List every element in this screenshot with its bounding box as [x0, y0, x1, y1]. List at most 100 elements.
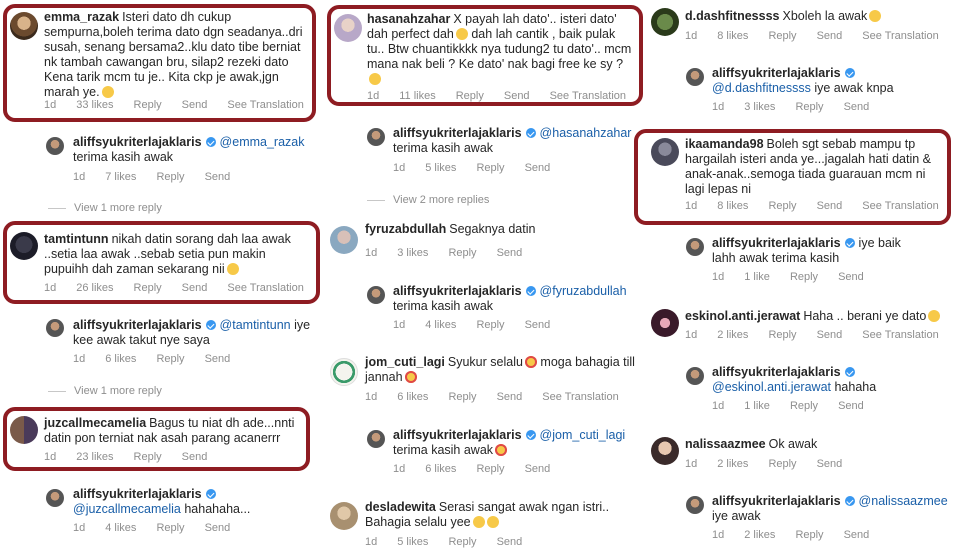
avatar[interactable]	[46, 489, 64, 507]
avatar[interactable]	[10, 416, 38, 444]
send-button[interactable]: Send	[205, 171, 231, 183]
reply-button[interactable]: Reply	[448, 391, 476, 403]
reply-button[interactable]: Reply	[795, 529, 823, 541]
comment-username[interactable]: desladewita	[365, 500, 436, 514]
avatar[interactable]	[330, 358, 358, 386]
comment-username[interactable]: tamtintunn	[44, 232, 109, 246]
likes-count[interactable]: 8 likes	[717, 30, 748, 42]
send-button[interactable]: Send	[817, 200, 843, 212]
send-button[interactable]: Send	[525, 319, 551, 331]
reply-button[interactable]: Reply	[134, 282, 162, 294]
see-translation-link[interactable]: See Translation	[862, 30, 938, 42]
mention-link[interactable]: @juzcallmecamelia	[73, 502, 181, 516]
reply-username[interactable]: aliffsyukriterlajaklaris	[712, 66, 841, 80]
reply-button[interactable]: Reply	[768, 200, 796, 212]
reply-button[interactable]: Reply	[476, 162, 504, 174]
mention-link[interactable]: @hasanahzahar	[540, 126, 632, 140]
send-button[interactable]: Send	[525, 162, 551, 174]
likes-count[interactable]: 5 likes	[397, 536, 428, 548]
comment-username[interactable]: ikaamanda98	[685, 137, 764, 151]
likes-count[interactable]: 3 likes	[744, 101, 775, 113]
send-button[interactable]: Send	[817, 30, 843, 42]
reply-button[interactable]: Reply	[768, 30, 796, 42]
reply-button[interactable]: Reply	[768, 329, 796, 341]
avatar[interactable]	[686, 367, 704, 385]
send-button[interactable]: Send	[525, 463, 551, 475]
avatar[interactable]	[367, 430, 385, 448]
avatar[interactable]	[651, 437, 679, 465]
see-translation-link[interactable]: See Translation	[227, 99, 303, 111]
likes-count[interactable]: 5 likes	[425, 162, 456, 174]
mention-link[interactable]: @fyruzabdullah	[540, 284, 627, 298]
send-button[interactable]: Send	[844, 101, 870, 113]
avatar[interactable]	[330, 502, 358, 530]
reply-button[interactable]: Reply	[795, 101, 823, 113]
send-button[interactable]: Send	[838, 271, 864, 283]
likes-count[interactable]: 2 likes	[717, 329, 748, 341]
avatar[interactable]	[330, 226, 358, 254]
mention-link[interactable]: @nalissaazmee	[859, 494, 948, 508]
likes-count[interactable]: 26 likes	[76, 282, 113, 294]
comment-username[interactable]: hasanahzahar	[367, 12, 450, 26]
reply-button[interactable]: Reply	[790, 400, 818, 412]
comment-username[interactable]: jom_cuti_lagi	[365, 355, 445, 369]
avatar[interactable]	[686, 68, 704, 86]
view-more-replies[interactable]: View 1 more reply	[48, 202, 162, 214]
reply-button[interactable]: Reply	[476, 319, 504, 331]
avatar[interactable]	[46, 137, 64, 155]
likes-count[interactable]: 23 likes	[76, 451, 113, 463]
reply-username[interactable]: aliffsyukriterlajaklaris	[712, 236, 841, 250]
likes-count[interactable]: 4 likes	[425, 319, 456, 331]
see-translation-link[interactable]: See Translation	[550, 90, 626, 102]
reply-username[interactable]: aliffsyukriterlajaklaris	[393, 428, 522, 442]
reply-button[interactable]: Reply	[156, 353, 184, 365]
avatar[interactable]	[367, 286, 385, 304]
see-translation-link[interactable]: See Translation	[862, 329, 938, 341]
reply-username[interactable]: aliffsyukriterlajaklaris	[73, 135, 202, 149]
reply-button[interactable]: Reply	[476, 463, 504, 475]
send-button[interactable]: Send	[205, 522, 231, 534]
mention-link[interactable]: @emma_razak	[220, 135, 305, 149]
avatar[interactable]	[651, 138, 679, 166]
view-more-replies[interactable]: View 1 more reply	[48, 385, 162, 397]
mention-link[interactable]: @tamtintunn	[220, 318, 291, 332]
likes-count[interactable]: 4 likes	[105, 522, 136, 534]
reply-button[interactable]: Reply	[156, 522, 184, 534]
reply-button[interactable]: Reply	[448, 247, 476, 259]
see-translation-link[interactable]: See Translation	[227, 282, 303, 294]
send-button[interactable]: Send	[497, 247, 523, 259]
comment-username[interactable]: eskinol.anti.jerawat	[685, 309, 800, 323]
likes-count[interactable]: 8 likes	[717, 200, 748, 212]
send-button[interactable]: Send	[817, 458, 843, 470]
comment-username[interactable]: juzcallmecamelia	[44, 416, 146, 430]
avatar[interactable]	[686, 496, 704, 514]
likes-count[interactable]: 1 like	[744, 400, 770, 412]
send-button[interactable]: Send	[182, 99, 208, 111]
avatar[interactable]	[686, 238, 704, 256]
mention-link[interactable]: @d.dashfitnessss	[712, 81, 811, 95]
reply-button[interactable]: Reply	[456, 90, 484, 102]
reply-button[interactable]: Reply	[134, 451, 162, 463]
reply-username[interactable]: aliffsyukriterlajaklaris	[393, 126, 522, 140]
comment-username[interactable]: nalissaazmee	[685, 437, 766, 451]
send-button[interactable]: Send	[504, 90, 530, 102]
likes-count[interactable]: 2 likes	[744, 529, 775, 541]
reply-username[interactable]: aliffsyukriterlajaklaris	[73, 487, 202, 501]
reply-username[interactable]: aliffsyukriterlajaklaris	[712, 365, 841, 379]
reply-button[interactable]: Reply	[448, 536, 476, 548]
avatar[interactable]	[651, 309, 679, 337]
comment-username[interactable]: fyruzabdullah	[365, 222, 446, 236]
avatar[interactable]	[46, 319, 64, 337]
view-more-replies[interactable]: View 2 more replies	[367, 194, 489, 206]
likes-count[interactable]: 1 like	[744, 271, 770, 283]
likes-count[interactable]: 33 likes	[76, 99, 113, 111]
likes-count[interactable]: 3 likes	[397, 247, 428, 259]
see-translation-link[interactable]: See Translation	[542, 391, 618, 403]
mention-link[interactable]: @eskinol.anti.jerawat	[712, 380, 831, 394]
reply-username[interactable]: aliffsyukriterlajaklaris	[73, 318, 202, 332]
reply-button[interactable]: Reply	[790, 271, 818, 283]
send-button[interactable]: Send	[497, 391, 523, 403]
likes-count[interactable]: 11 likes	[399, 90, 435, 102]
mention-link[interactable]: @jom_cuti_lagi	[540, 428, 626, 442]
reply-username[interactable]: aliffsyukriterlajaklaris	[393, 284, 522, 298]
